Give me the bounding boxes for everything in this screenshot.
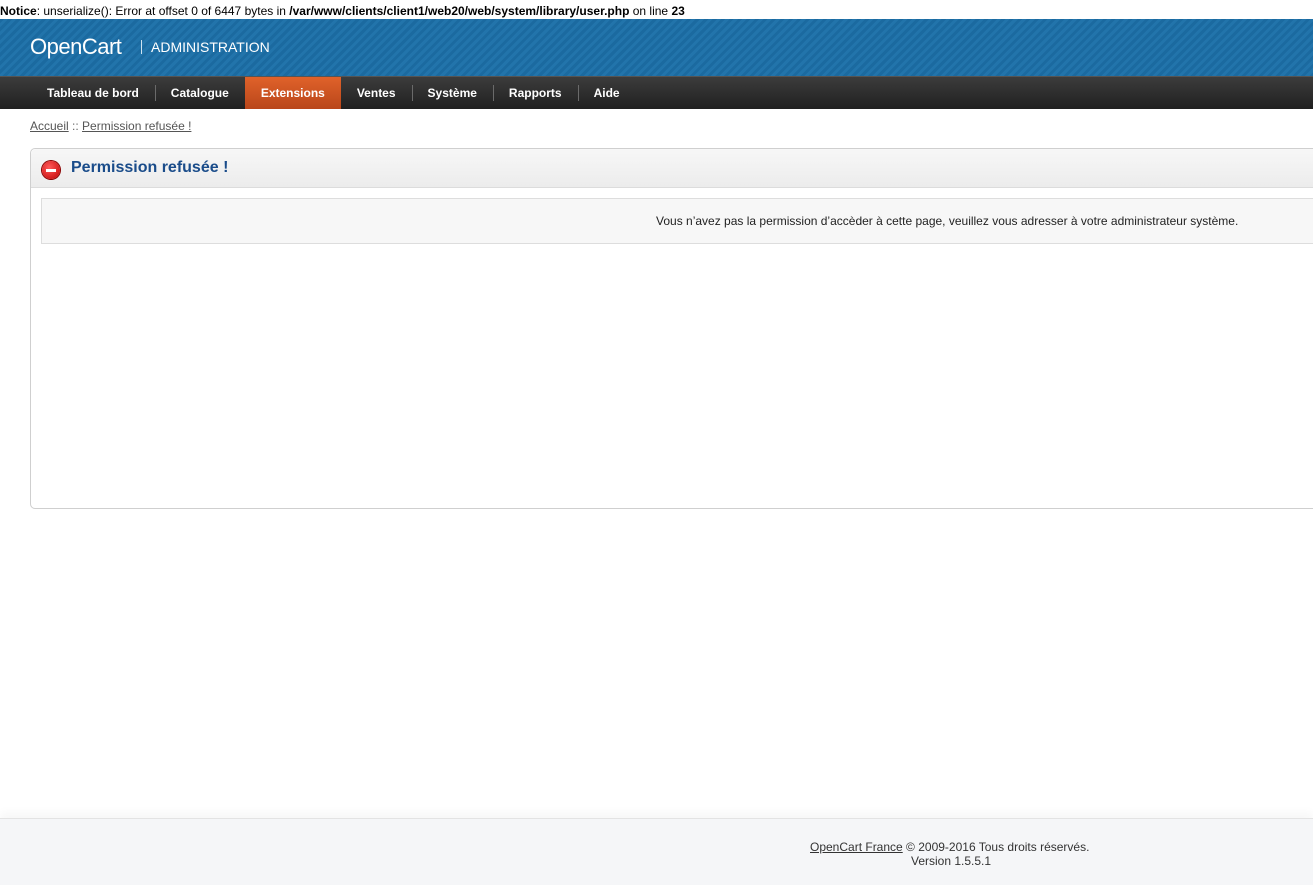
breadcrumb-home-link[interactable]: Accueil [30, 119, 69, 133]
notice-line-text: on line [629, 4, 672, 18]
footer-copyright: OpenCart France © 2009-2016 Tous droits … [810, 840, 1089, 854]
notice-path: /var/www/clients/client1/web20/web/syste… [289, 4, 630, 18]
footer-opencart-link[interactable]: OpenCart France [810, 840, 903, 854]
menu-item-extensions[interactable]: Extensions [244, 77, 341, 109]
permission-box: Permission refusée ! Vous n’avez pas la … [30, 148, 1313, 509]
menu-item-sales[interactable]: Ventes [341, 77, 412, 109]
menu-item-catalog[interactable]: Catalogue [154, 77, 245, 109]
breadcrumb-separator: :: [68, 119, 83, 133]
notice-label: Notice [0, 4, 37, 18]
footer-copyright-text: © 2009-2016 Tous droits réservés. [902, 840, 1090, 854]
footer: OpenCart France © 2009-2016 Tous droits … [0, 818, 1313, 885]
stop-icon [42, 161, 60, 179]
breadcrumb-current-link[interactable]: Permission refusée ! [82, 119, 191, 133]
menu-item-reports[interactable]: Rapports [492, 77, 578, 109]
header: OpenCart ADMINISTRATION [0, 19, 1313, 77]
breadcrumb: Accueil :: Permission refusée ! [30, 119, 191, 133]
menu-item-dashboard[interactable]: Tableau de bord [31, 77, 155, 109]
notice-message: : unserialize(): Error at offset 0 of 64… [36, 4, 290, 18]
footer-version: Version 1.5.5.1 [911, 854, 992, 868]
menu-item-system[interactable]: Système [411, 77, 493, 109]
notice-line-number: 23 [671, 4, 685, 18]
message-panel: Vous n’avez pas la permission d’accèder … [41, 198, 1313, 244]
box-heading: Permission refusée ! [31, 149, 1313, 188]
page-title: Permission refusée ! [71, 159, 229, 176]
permission-message: Vous n’avez pas la permission d’accèder … [656, 214, 1239, 228]
menu-item-help[interactable]: Aide [577, 77, 636, 109]
admin-label: ADMINISTRATION [151, 39, 270, 55]
main-menu: Tableau de bord Catalogue Extensions Ven… [0, 76, 1313, 109]
logo-divider [141, 40, 142, 54]
php-notice: Notice: unserialize(): Error at offset 0… [0, 4, 1313, 19]
opencart-logo[interactable]: OpenCart [30, 33, 122, 61]
